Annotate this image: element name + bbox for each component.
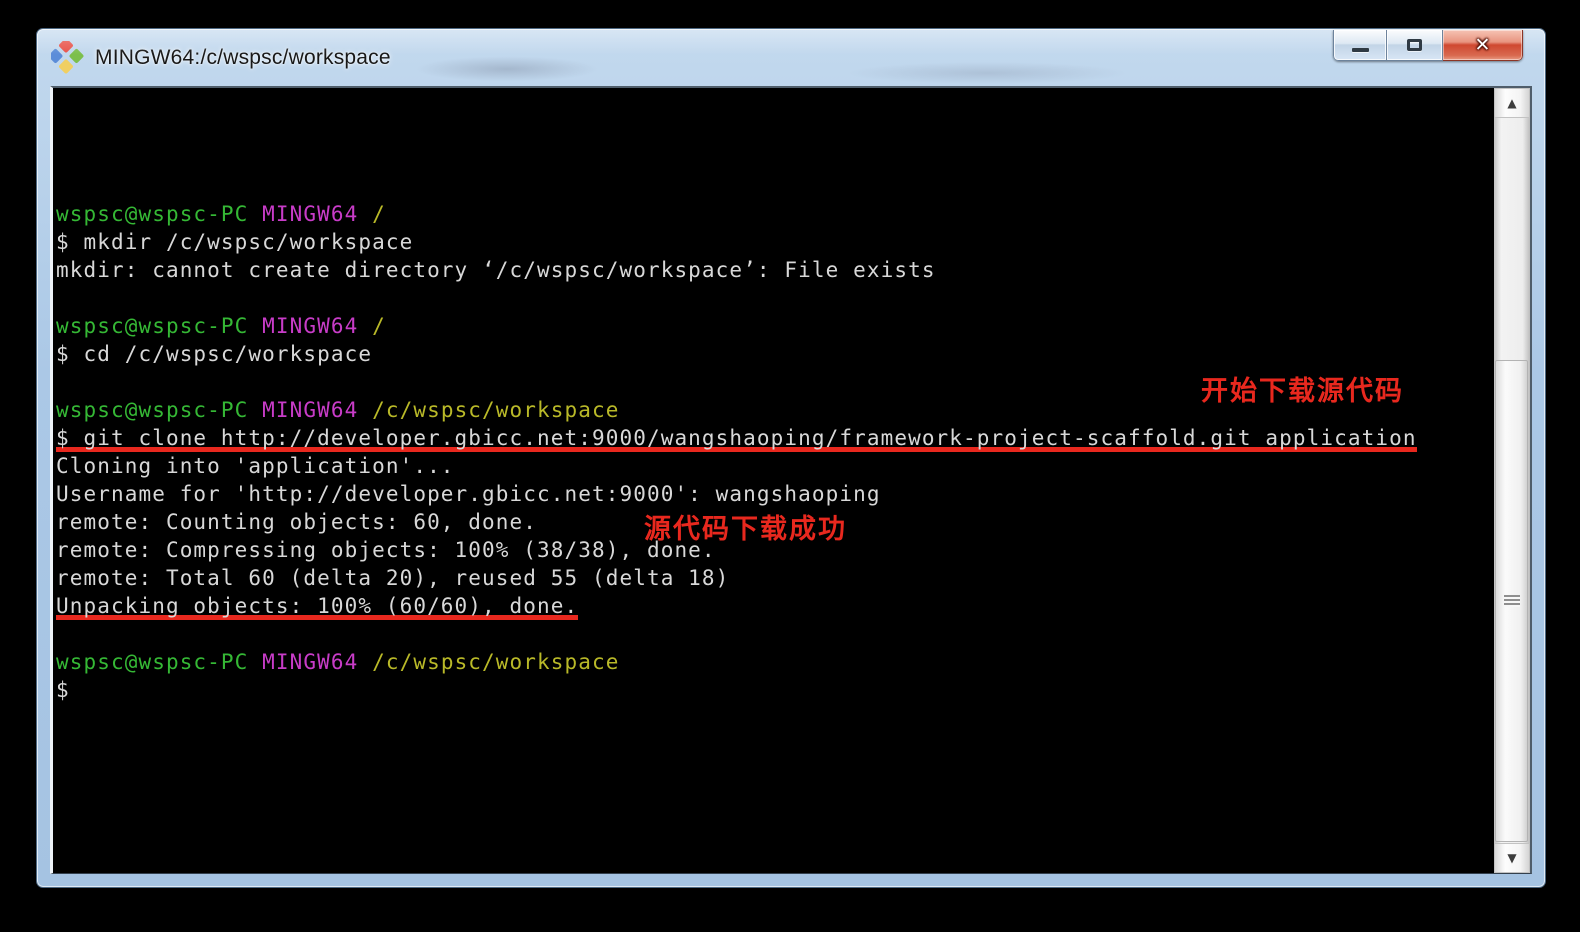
scroll-down-arrow-icon: ▼ — [1507, 851, 1516, 865]
terminal-line: wspsc@wspsc-PC MINGW64 /c/wspsc/workspac… — [56, 648, 1494, 676]
terminal-client-area: wspsc@wspsc-PC MINGW64 /$ mkdir /c/wspsc… — [50, 86, 1532, 874]
terminal-output[interactable]: wspsc@wspsc-PC MINGW64 /$ mkdir /c/wspsc… — [53, 88, 1494, 873]
terminal-line: wspsc@wspsc-PC MINGW64 / — [56, 200, 1494, 228]
terminal-line: wspsc@wspsc-PC MINGW64 / — [56, 312, 1494, 340]
mintty-window: MINGW64:/c/wspsc/workspace ✕ wspsc@wspsc… — [36, 28, 1546, 888]
close-icon: ✕ — [1475, 36, 1491, 55]
scroll-down-button[interactable]: ▼ — [1494, 843, 1530, 873]
annotation-start-download: 开始下载源代码 — [1201, 377, 1404, 405]
scroll-up-arrow-icon: ▲ — [1507, 96, 1516, 110]
terminal-line: $ — [56, 676, 1494, 704]
window-title: MINGW64:/c/wspsc/workspace — [95, 46, 391, 70]
minimize-icon — [1352, 48, 1369, 52]
terminal-line: mkdir: cannot create directory ‘/c/wspsc… — [56, 256, 1494, 284]
maximize-button[interactable] — [1387, 30, 1443, 61]
scroll-up-button[interactable]: ▲ — [1494, 88, 1530, 118]
vertical-scrollbar[interactable]: ▲ ▼ — [1494, 88, 1530, 873]
terminal-line — [56, 620, 1494, 648]
minimize-button[interactable] — [1333, 30, 1387, 61]
terminal-line: remote: Total 60 (delta 20), reused 55 (… — [56, 564, 1494, 592]
terminal-line: Cloning into 'application'... — [56, 452, 1494, 480]
terminal-line — [56, 284, 1494, 312]
close-button[interactable]: ✕ — [1443, 30, 1523, 61]
maximize-icon — [1407, 39, 1422, 51]
msys2-logo-icon — [51, 41, 85, 75]
terminal-line: Unpacking objects: 100% (60/60), done. — [56, 592, 1494, 620]
annotation-download-success: 源代码下载成功 — [644, 515, 847, 543]
terminal-line: $ git clone http://developer.gbicc.net:9… — [56, 424, 1494, 452]
desktop: { "window": { "title": "MINGW64:/c/wspsc… — [0, 0, 1580, 932]
terminal-line: $ mkdir /c/wspsc/workspace — [56, 228, 1494, 256]
scrollbar-grip-icon — [1504, 595, 1520, 607]
scrollbar-thumb[interactable] — [1495, 360, 1528, 842]
terminal-line: Username for 'http://developer.gbicc.net… — [56, 480, 1494, 508]
terminal-line: $ cd /c/wspsc/workspace — [56, 340, 1494, 368]
window-controls: ✕ — [1333, 30, 1523, 61]
title-bar[interactable]: MINGW64:/c/wspsc/workspace — [37, 29, 1545, 86]
